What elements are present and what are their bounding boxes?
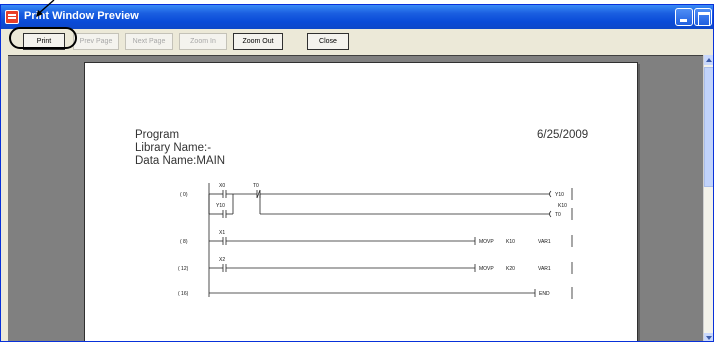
step-12: ( 12) xyxy=(178,266,189,272)
operand-var1-1: VAR1 xyxy=(538,239,551,245)
step-8: ( 8) xyxy=(180,239,188,245)
close-button[interactable]: Close xyxy=(307,33,349,50)
coil-y10 xyxy=(549,190,552,198)
operand-var1-2: VAR1 xyxy=(538,266,551,272)
label-y10: Y10 xyxy=(216,203,225,209)
minimize-button[interactable] xyxy=(675,8,693,26)
print-preview-window: Print Window Preview Print Prev Page Nex… xyxy=(0,4,714,342)
step-0: ( 0) xyxy=(180,192,188,198)
zoom-out-button[interactable]: Zoom Out xyxy=(233,33,283,50)
label-k10: K10 xyxy=(558,203,567,209)
scroll-down-icon[interactable] xyxy=(704,333,713,341)
zoom-in-button[interactable]: Zoom In xyxy=(179,33,227,50)
next-page-button[interactable]: Next Page xyxy=(125,33,173,50)
ladder-diagram: ( 0) ( 8) ( 12) ( 16) X0 T0 Y10 Y10 T0 K… xyxy=(178,183,573,299)
maximize-button[interactable] xyxy=(694,8,712,26)
preview-page: Program Library Name:- Data Name:MAIN 6/… xyxy=(84,62,638,341)
instr-end: END xyxy=(539,291,550,297)
coil-label-t0: T0 xyxy=(555,212,561,218)
coil-label-y10: Y10 xyxy=(555,192,564,198)
pointer-arrow-icon xyxy=(36,0,55,17)
preview-area[interactable]: Program Library Name:- Data Name:MAIN 6/… xyxy=(8,55,703,341)
instr-movp-1: MOVP xyxy=(479,239,494,245)
label-x0: X0 xyxy=(219,183,225,189)
label-t0: T0 xyxy=(253,183,259,189)
label-x1: X1 xyxy=(219,230,225,236)
coil-t0 xyxy=(549,210,552,218)
label-x2: X2 xyxy=(219,257,225,263)
toolbar: Print Prev Page Next Page Zoom In Zoom O… xyxy=(1,29,713,55)
instr-movp-2: MOVP xyxy=(479,266,494,272)
vertical-scrollbar[interactable] xyxy=(703,55,713,341)
title-bar[interactable]: Print Window Preview xyxy=(1,5,713,29)
operand-k20: K20 xyxy=(506,266,515,272)
operand-k10: K10 xyxy=(506,239,515,245)
scroll-up-icon[interactable] xyxy=(704,55,713,65)
scroll-thumb[interactable] xyxy=(704,67,713,187)
step-16: ( 16) xyxy=(178,291,189,297)
